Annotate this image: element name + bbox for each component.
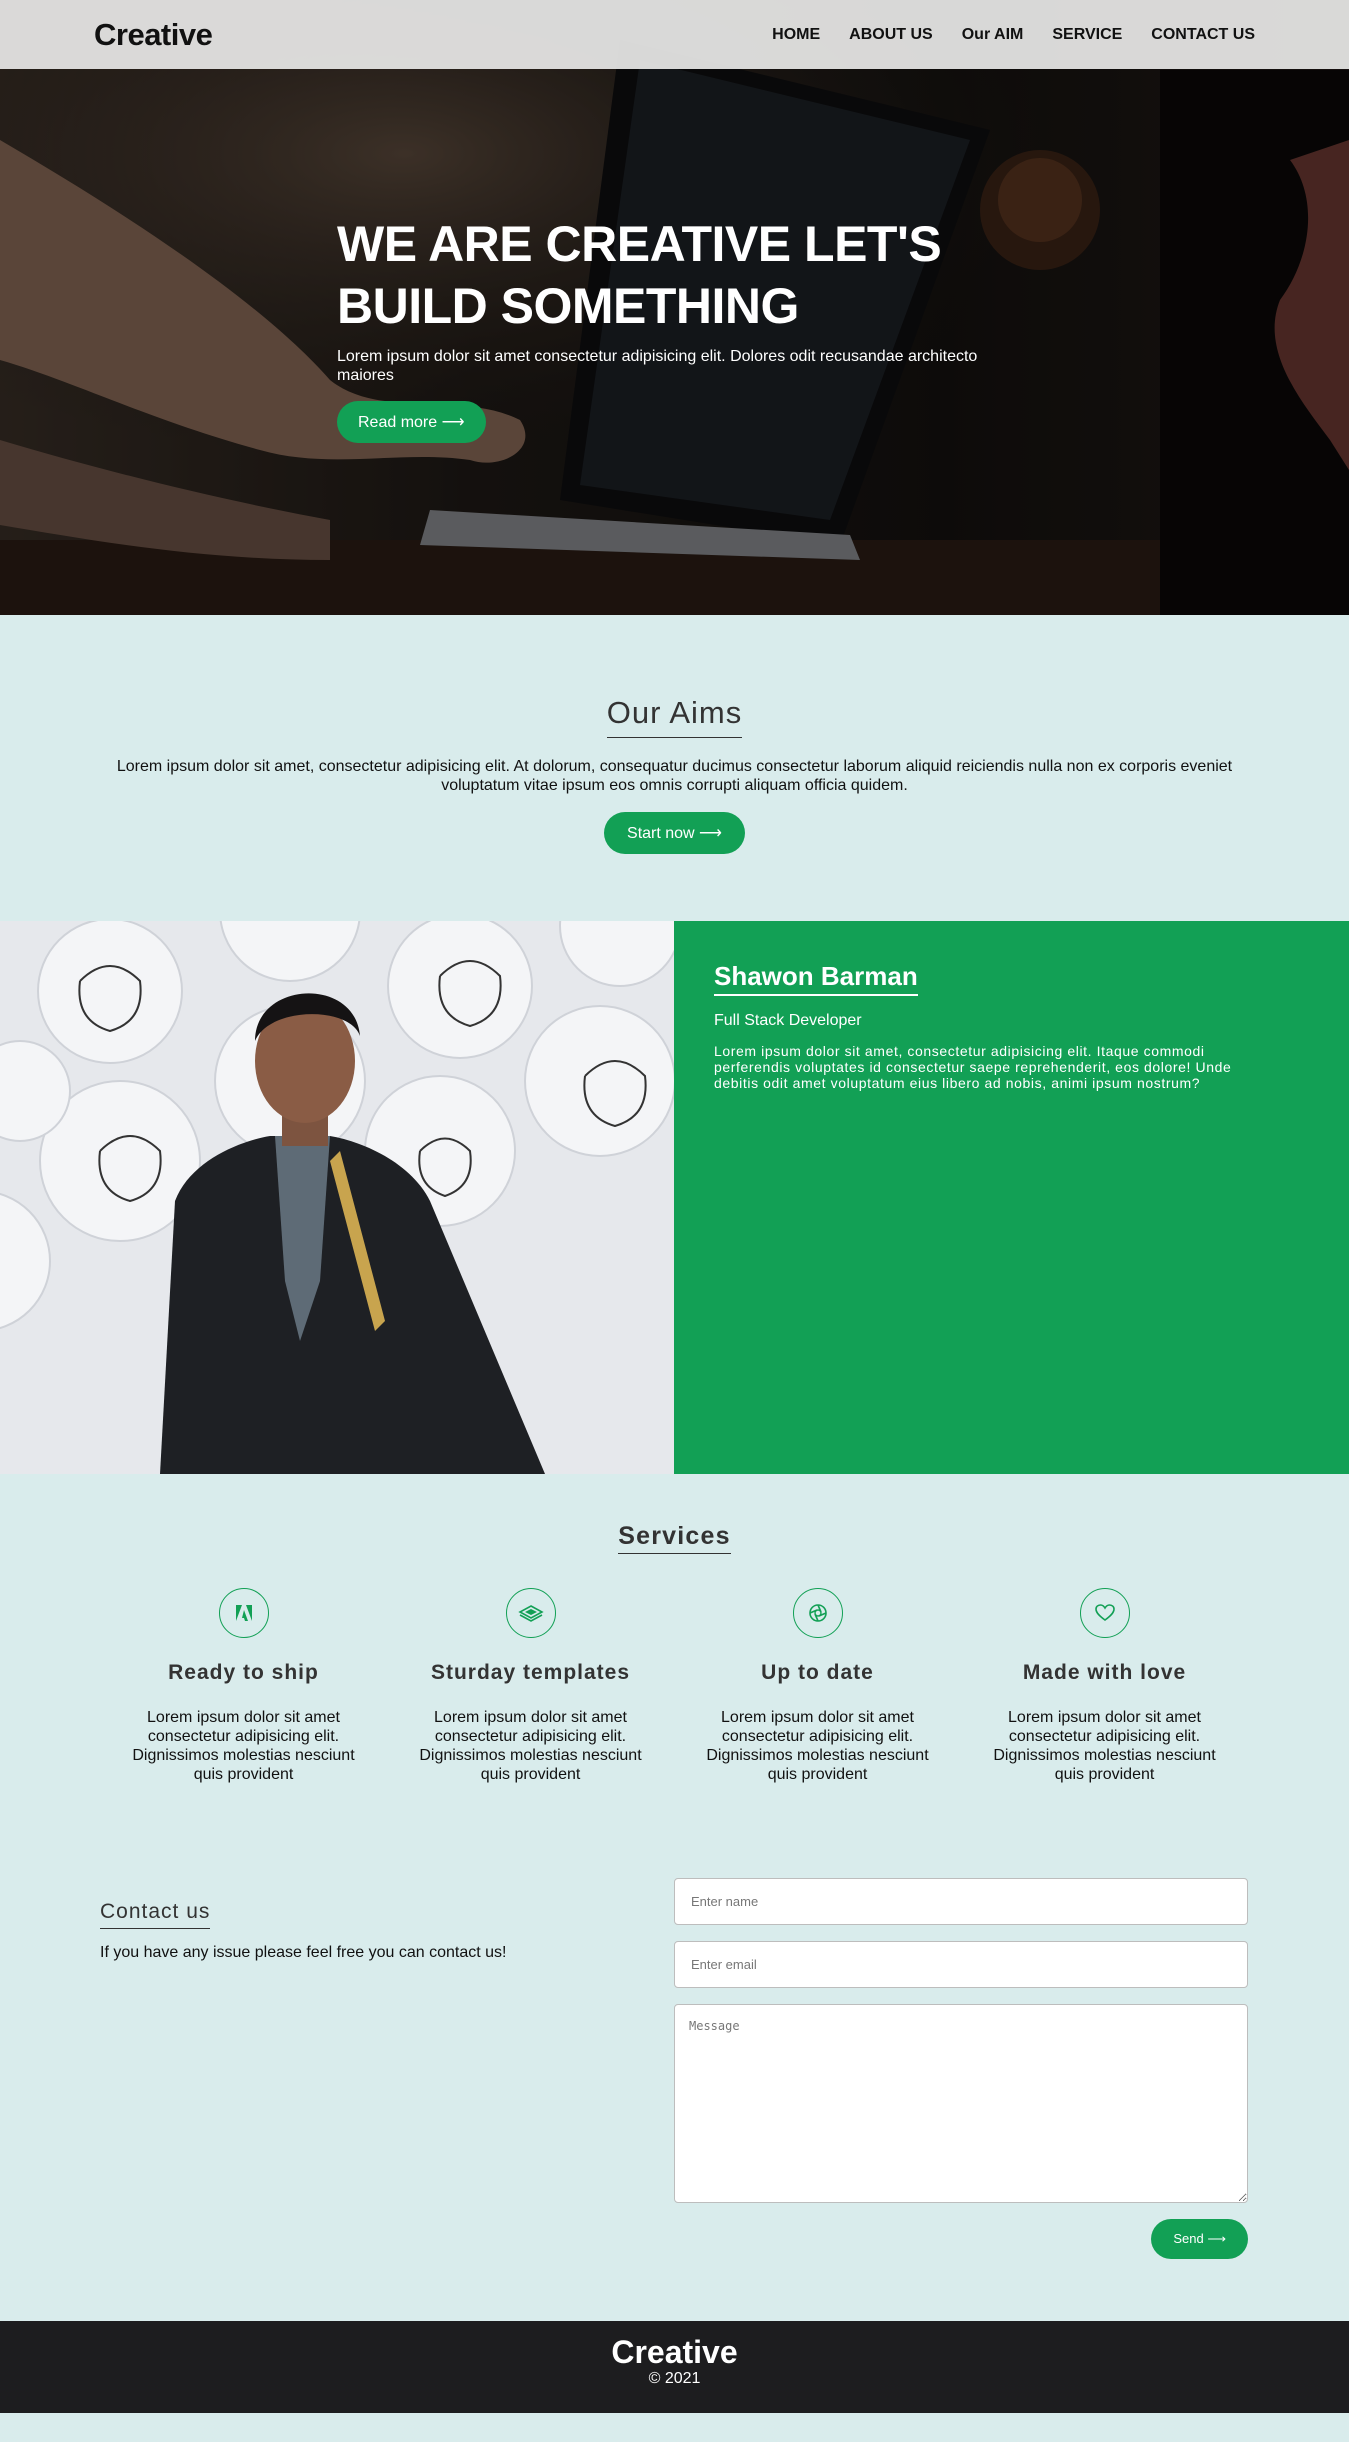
aperture-icon	[792, 1588, 843, 1638]
contact-section: Contact us If you have any issue please …	[0, 1796, 1349, 2321]
service-title: Ready to ship	[168, 1661, 319, 1684]
service-title: Made with love	[1022, 1661, 1187, 1684]
contact-text: If you have any issue please feel free y…	[100, 1944, 507, 1961]
message-textarea[interactable]	[674, 2004, 1248, 2203]
nav-link-about[interactable]: ABOUT US	[849, 26, 933, 44]
aims-section: Our Aims Lorem ipsum dolor sit amet, con…	[0, 615, 1349, 921]
contact-title: Contact us	[100, 1900, 211, 1929]
service-text: Lorem ipsum dolor sit amet consectetur a…	[993, 1709, 1216, 1783]
hero-content: WE ARE CREATIVE LET'S BUILD SOMETHING Lo…	[337, 213, 1017, 443]
nav-link-aim[interactable]: Our AIM	[962, 26, 1024, 44]
service-text: Lorem ipsum dolor sit amet consectetur a…	[419, 1709, 642, 1783]
send-button[interactable]: Send ⟶	[1151, 2219, 1248, 2259]
footer-copyright: © 2021	[648, 2370, 701, 2387]
hero-title: WE ARE CREATIVE LET'S BUILD SOMETHING	[337, 216, 942, 334]
service-title: Sturday templates	[430, 1661, 631, 1684]
service-card: Sturday templates Lorem ipsum dolor sit …	[387, 1588, 674, 1784]
nav-links: HOME ABOUT US Our AIM SERVICE CONTACT US	[772, 26, 1255, 44]
profile-bio: Lorem ipsum dolor sit amet, consectetur …	[714, 1043, 1232, 1091]
nav-link-contact[interactable]: CONTACT US	[1151, 26, 1255, 44]
profile-section: Shawon Barman Full Stack Developer Lorem…	[0, 921, 1349, 1474]
start-now-button[interactable]: Start now ⟶	[604, 812, 745, 854]
brand-logo[interactable]: Creative	[94, 17, 213, 53]
footer-brand: Creative	[611, 2334, 738, 2370]
hero-section: WE ARE CREATIVE LET'S BUILD SOMETHING Lo…	[0, 0, 1349, 615]
hero-text: Lorem ipsum dolor sit amet consectetur a…	[337, 348, 978, 384]
service-title: Up to date	[761, 1661, 874, 1684]
email-input[interactable]	[674, 1941, 1248, 1988]
profile-name: Shawon Barman	[714, 961, 918, 996]
service-card: Ready to ship Lorem ipsum dolor sit amet…	[100, 1588, 387, 1784]
service-text: Lorem ipsum dolor sit amet consectetur a…	[132, 1709, 355, 1783]
read-more-button[interactable]: Read more ⟶	[337, 401, 486, 443]
contact-form: Send ⟶	[674, 1878, 1248, 2321]
service-card: Made with love Lorem ipsum dolor sit ame…	[961, 1588, 1248, 1784]
nav-link-service[interactable]: SERVICE	[1052, 26, 1122, 44]
services-grid: Ready to ship Lorem ipsum dolor sit amet…	[100, 1588, 1249, 1784]
profile-info-panel: Shawon Barman Full Stack Developer Lorem…	[674, 921, 1349, 1474]
service-card: Up to date Lorem ipsum dolor sit amet co…	[674, 1588, 961, 1784]
profile-role: Full Stack Developer	[714, 1012, 862, 1029]
profile-photo-image	[0, 921, 674, 1474]
service-text: Lorem ipsum dolor sit amet consectetur a…	[706, 1709, 929, 1783]
name-input[interactable]	[674, 1878, 1248, 1925]
footer: Creative © 2021	[0, 2321, 1349, 2413]
adobe-icon	[218, 1588, 269, 1638]
send-row: Send ⟶	[674, 2219, 1248, 2259]
profile-photo	[0, 921, 674, 1474]
layers-icon	[505, 1588, 556, 1638]
aims-title: Our Aims	[606, 695, 743, 738]
services-title: Services	[618, 1522, 731, 1554]
services-section: Services Ready to ship Lorem ipsum dolor…	[0, 1474, 1349, 1796]
aims-text: Lorem ipsum dolor sit amet, consectetur …	[116, 758, 1233, 794]
nav-link-home[interactable]: HOME	[772, 26, 820, 44]
contact-intro: Contact us If you have any issue please …	[100, 1878, 674, 2321]
heart-icon	[1079, 1588, 1130, 1638]
navbar: Creative HOME ABOUT US Our AIM SERVICE C…	[0, 0, 1349, 69]
